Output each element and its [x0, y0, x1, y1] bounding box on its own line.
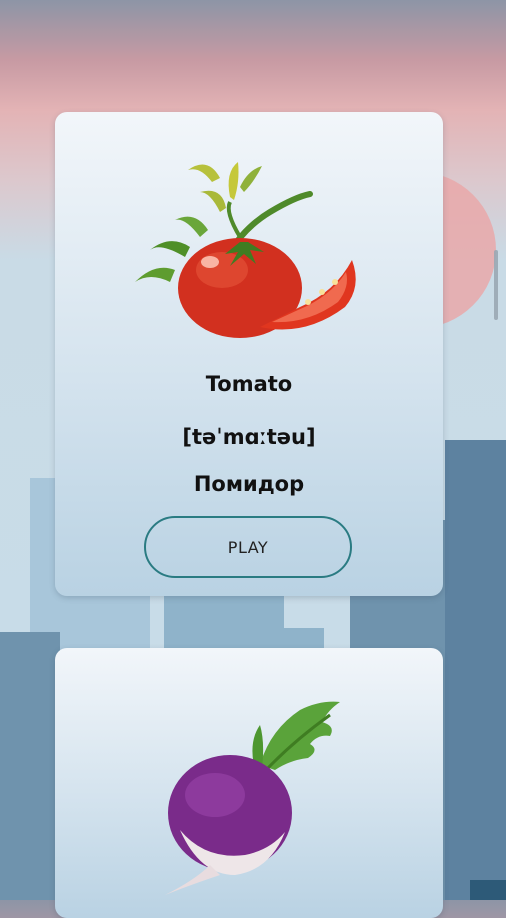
building: [445, 440, 506, 900]
play-button[interactable]: PLAY: [144, 516, 352, 578]
word-title: Tomato: [205, 372, 293, 396]
word-card: Tomato [təˈmɑːtəu] Помидор PLAY: [55, 112, 443, 596]
radish-icon: [165, 701, 340, 895]
word-translation: Помидор: [193, 472, 305, 496]
building: [470, 880, 506, 900]
building: [0, 632, 60, 900]
scrollbar[interactable]: [494, 250, 498, 320]
word-transcription: [təˈmɑːtəu]: [182, 425, 316, 449]
word-card: [55, 648, 443, 918]
tomato-icon: [135, 162, 356, 338]
